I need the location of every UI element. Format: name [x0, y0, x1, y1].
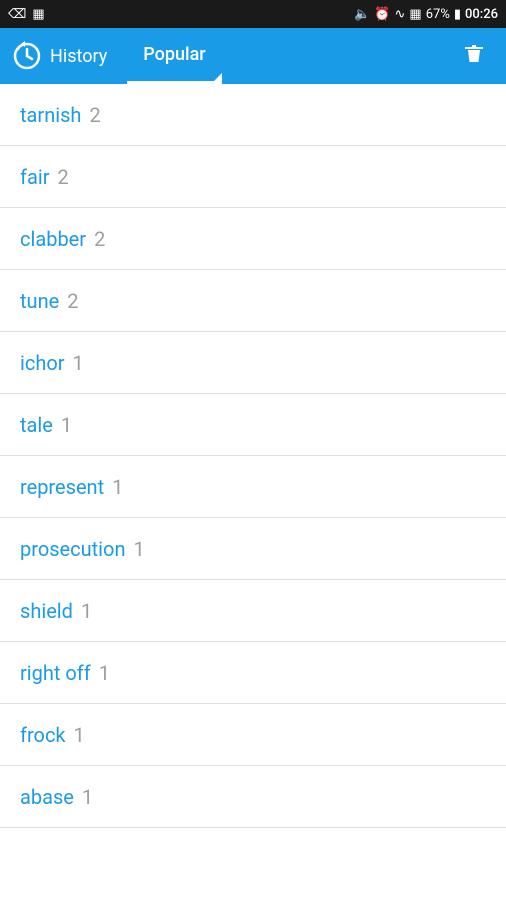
list-item[interactable]: ichor 1: [0, 332, 506, 394]
word-text: tarnish: [20, 103, 81, 127]
mute-icon: 🔈: [354, 7, 370, 22]
word-count: 1: [61, 413, 72, 437]
word-count: 1: [74, 723, 85, 747]
word-text: right off: [20, 661, 91, 685]
word-text: ichor: [20, 351, 65, 375]
status-time: 00:26: [465, 7, 498, 22]
popular-label: Popular: [143, 44, 205, 65]
word-count: 1: [82, 785, 93, 809]
list-item[interactable]: tune 2: [0, 270, 506, 332]
word-text: shield: [20, 599, 73, 623]
tab-indicator: [214, 73, 222, 81]
history-icon: [12, 41, 42, 71]
word-count: 1: [73, 351, 84, 375]
signal-icon: ▦: [409, 7, 421, 22]
list-item[interactable]: clabber 2: [0, 208, 506, 270]
list-item[interactable]: represent 1: [0, 456, 506, 518]
list-item[interactable]: right off 1: [0, 642, 506, 704]
image-icon: ▦: [32, 7, 44, 22]
word-text: abase: [20, 785, 74, 809]
delete-button[interactable]: [454, 33, 494, 79]
battery-icon: ▮: [454, 7, 461, 22]
history-tab[interactable]: History: [12, 41, 107, 71]
list-item[interactable]: frock 1: [0, 704, 506, 766]
word-text: represent: [20, 475, 104, 499]
list-item[interactable]: tarnish 2: [0, 84, 506, 146]
word-count: 2: [89, 103, 100, 127]
list-item[interactable]: shield 1: [0, 580, 506, 642]
word-text: tune: [20, 289, 59, 313]
word-text: frock: [20, 723, 66, 747]
list-item[interactable]: abase 1: [0, 766, 506, 828]
word-count: 2: [67, 289, 78, 313]
list-item[interactable]: tale 1: [0, 394, 506, 456]
word-text: prosecution: [20, 537, 126, 561]
word-count: 1: [112, 475, 123, 499]
usb-icon: ⌫: [8, 7, 26, 22]
wifi-icon: ∿: [395, 7, 406, 22]
word-list: tarnish2fair2clabber2tune2ichor1tale1rep…: [0, 84, 506, 828]
word-text: tale: [20, 413, 53, 437]
trash-icon: [462, 41, 486, 65]
toolbar-tabs: Popular: [127, 28, 454, 84]
status-bar-left: ⌫ ▦: [8, 7, 45, 22]
status-bar: ⌫ ▦ 🔈 ⏰ ∿ ▦ 67% ▮ 00:26: [0, 0, 506, 28]
history-label: History: [50, 46, 107, 67]
list-item[interactable]: prosecution 1: [0, 518, 506, 580]
word-count: 1: [81, 599, 92, 623]
word-count: 1: [134, 537, 145, 561]
word-count: 2: [57, 165, 68, 189]
battery-percent: 67%: [426, 7, 450, 22]
status-bar-right: 🔈 ⏰ ∿ ▦ 67% ▮ 00:26: [354, 7, 498, 22]
word-count: 2: [94, 227, 105, 251]
list-item[interactable]: fair 2: [0, 146, 506, 208]
toolbar: History Popular: [0, 28, 506, 84]
word-text: clabber: [20, 227, 86, 251]
word-count: 1: [99, 661, 110, 685]
popular-tab[interactable]: Popular: [127, 28, 221, 84]
word-text: fair: [20, 165, 49, 189]
alarm-icon: ⏰: [374, 7, 390, 22]
